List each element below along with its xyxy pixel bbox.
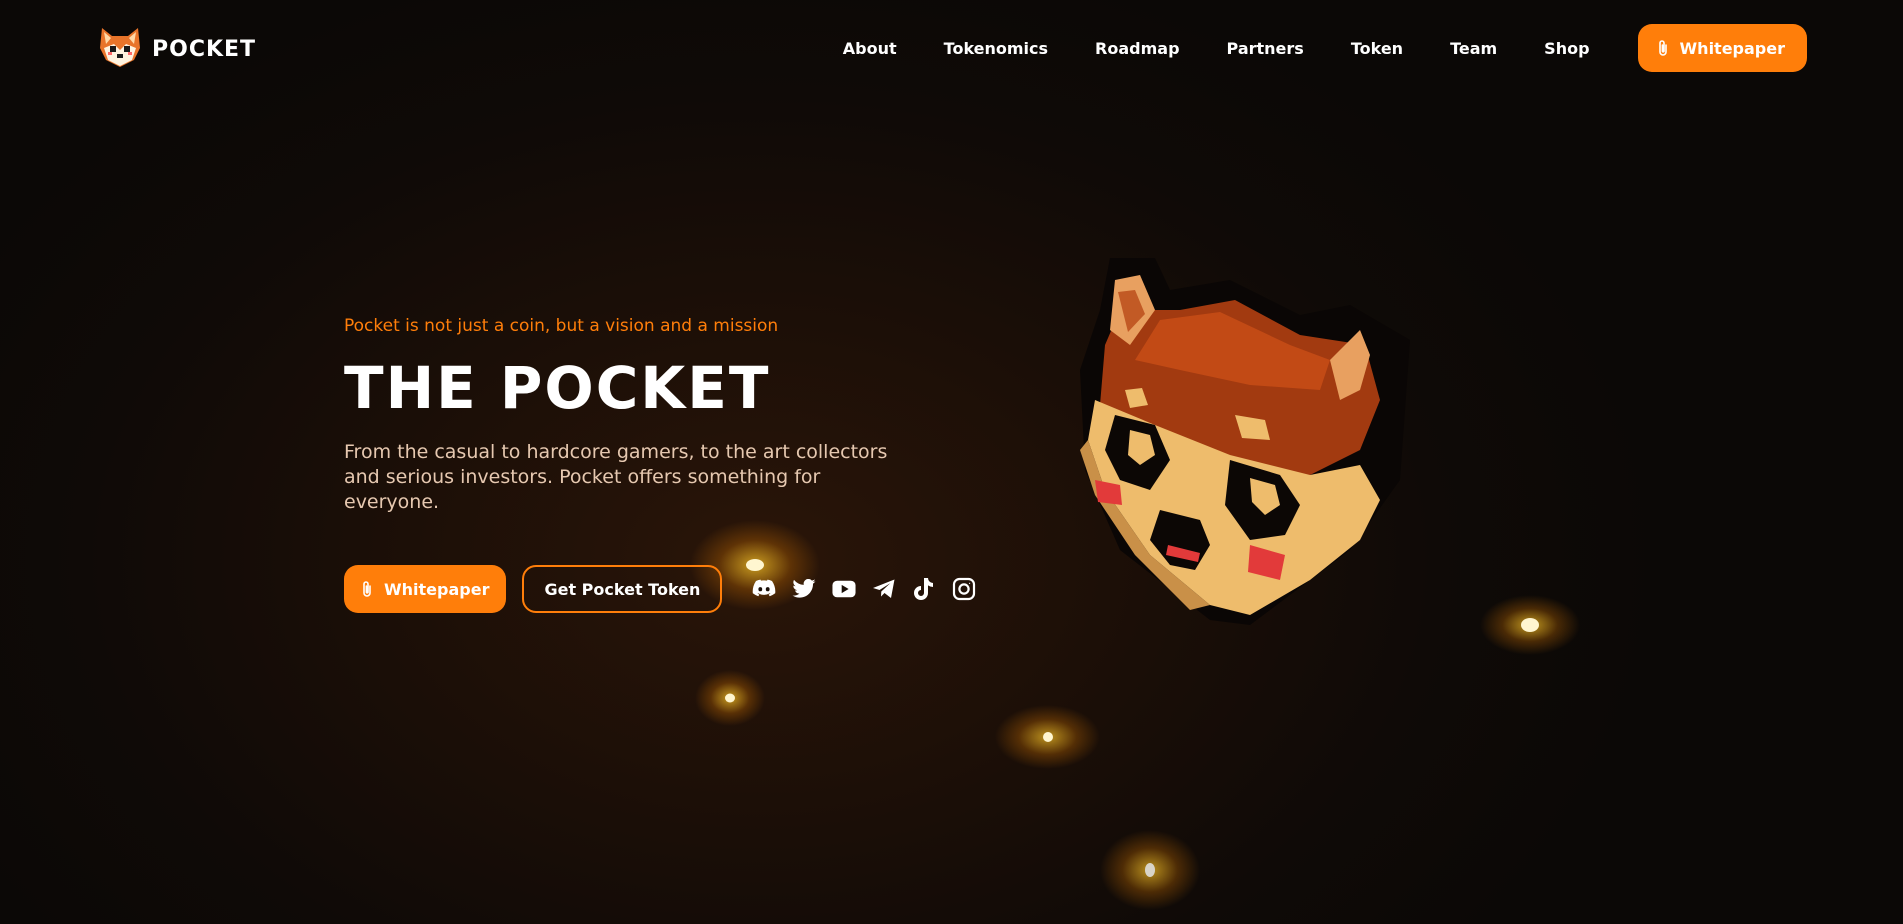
brand-name: POCKET bbox=[152, 36, 257, 62]
glow-light bbox=[695, 670, 765, 726]
hero-tagline: Pocket is not just a coin, but a vision … bbox=[344, 316, 779, 336]
main-nav: About Tokenomics Roadmap Partners Token … bbox=[843, 24, 1807, 72]
nav-link-partners[interactable]: Partners bbox=[1227, 39, 1304, 58]
hero-section: Pocket is not just a coin, but a vision … bbox=[344, 316, 984, 613]
glow-light bbox=[1480, 595, 1580, 655]
instagram-icon[interactable] bbox=[952, 577, 976, 601]
glow-light bbox=[1100, 830, 1200, 910]
paperclip-icon bbox=[360, 580, 374, 598]
brand-logo[interactable]: POCKET bbox=[98, 28, 256, 70]
social-links bbox=[752, 577, 976, 601]
nav-link-about[interactable]: About bbox=[843, 39, 897, 58]
hero-whitepaper-button[interactable]: Whitepaper bbox=[344, 565, 507, 613]
nav-whitepaper-label: Whitepaper bbox=[1679, 38, 1785, 58]
fox-head-logo-icon bbox=[98, 26, 142, 72]
nav-whitepaper-button[interactable]: Whitepaper bbox=[1637, 24, 1807, 72]
nav-link-tokenomics[interactable]: Tokenomics bbox=[944, 39, 1048, 58]
nav-link-team[interactable]: Team bbox=[1450, 39, 1497, 58]
nav-link-roadmap[interactable]: Roadmap bbox=[1095, 39, 1179, 58]
hero-whitepaper-label: Whitepaper bbox=[384, 579, 490, 599]
twitter-icon[interactable] bbox=[792, 577, 816, 601]
voxel-fox-mascot bbox=[1060, 250, 1420, 630]
get-pocket-token-button[interactable]: Get Pocket Token bbox=[522, 565, 723, 613]
nav-link-shop[interactable]: Shop bbox=[1544, 39, 1589, 58]
discord-icon[interactable] bbox=[752, 577, 776, 601]
nav-link-token[interactable]: Token bbox=[1351, 39, 1403, 58]
paperclip-icon bbox=[1656, 39, 1670, 57]
youtube-icon[interactable] bbox=[832, 577, 856, 601]
telegram-icon[interactable] bbox=[872, 577, 896, 601]
hero-actions: Whitepaper Get Pocket Token bbox=[344, 565, 984, 613]
tiktok-icon[interactable] bbox=[912, 577, 936, 601]
hero-description: From the casual to hardcore gamers, to t… bbox=[344, 441, 888, 513]
glow-light bbox=[995, 705, 1100, 769]
hero-title: THE POCKET bbox=[344, 354, 771, 422]
landing-page: POCKET About Tokenomics Roadmap Partners… bbox=[0, 0, 1903, 924]
